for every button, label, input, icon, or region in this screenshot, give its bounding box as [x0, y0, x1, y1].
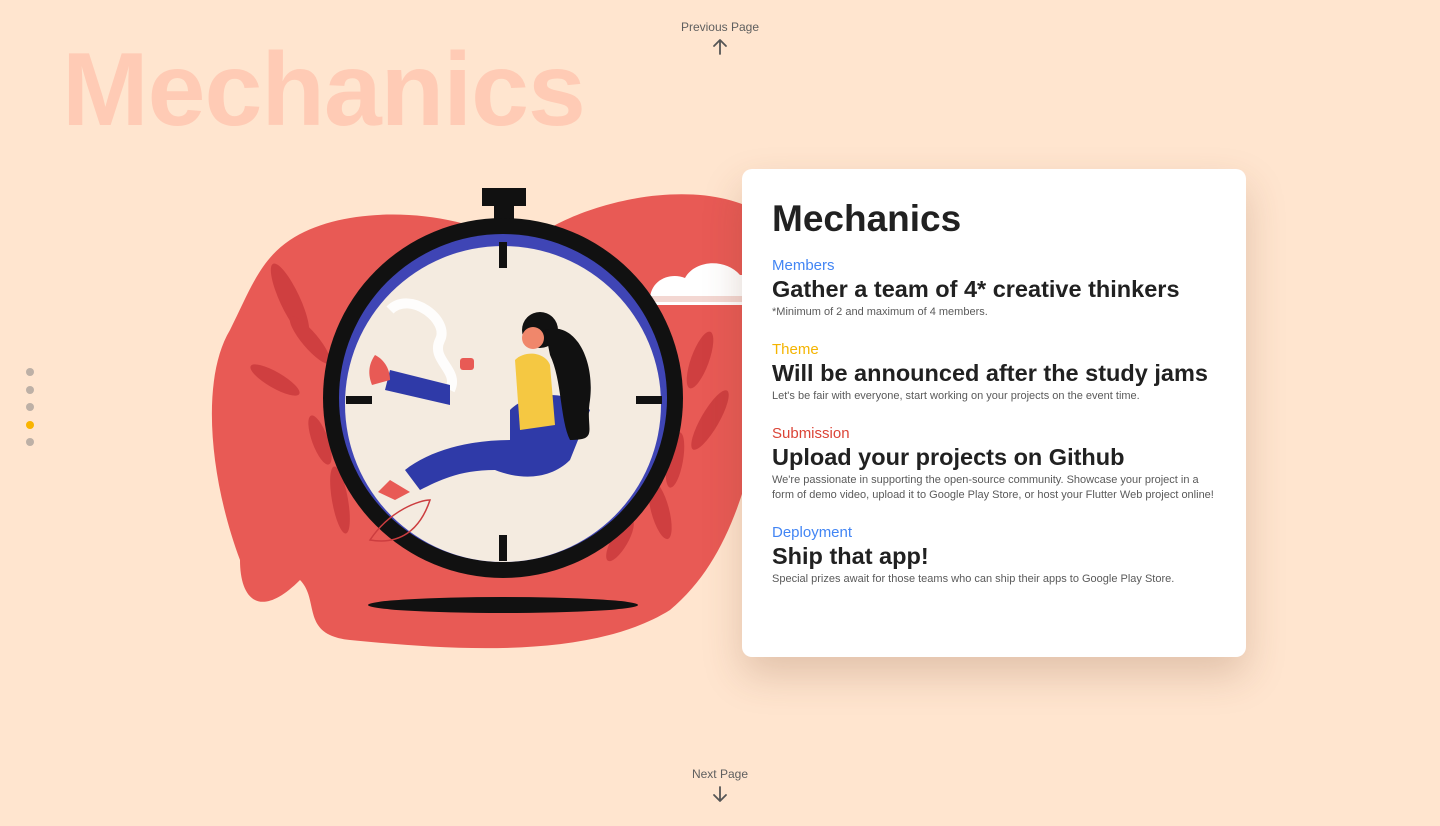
stopwatch-woman-illustration	[211, 188, 770, 649]
members-label: Members	[772, 257, 835, 275]
submission-description: We're passionate in supporting the open-…	[772, 473, 1214, 502]
arrow-up-icon	[713, 39, 727, 55]
page-dot-2[interactable]	[26, 385, 34, 394]
deployment-heading: Ship that app!	[772, 542, 929, 569]
page-dot-3[interactable]	[26, 403, 34, 411]
theme-label: Theme	[772, 341, 819, 359]
card-title: Mechanics	[772, 198, 962, 239]
page-dot-1[interactable]	[26, 368, 34, 376]
previous-page-link[interactable]: Previous Page	[0, 20, 1440, 56]
submission-label: Submission	[772, 424, 850, 442]
theme-description: Let's be fair with everyone, start worki…	[772, 390, 1140, 403]
next-page-link[interactable]: Next Page	[0, 767, 1440, 803]
section-deployment: Deployment Ship that app! Special prizes…	[772, 524, 1216, 588]
deployment-description: Special prizes await for those teams who…	[772, 572, 1175, 585]
deployment-label: Deployment	[772, 523, 853, 541]
page-dot-4-active[interactable]	[26, 420, 34, 429]
mechanics-card: Mechanics Members Gather a team of 4* cr…	[742, 169, 1246, 657]
section-members: Members Gather a team of 4* creative thi…	[772, 257, 1216, 321]
theme-heading: Will be announced after the study jams	[772, 360, 1208, 387]
previous-page-label: Previous Page	[680, 20, 760, 34]
next-page-label: Next Page	[691, 767, 749, 781]
submission-heading: Upload your projects on Github	[772, 443, 1125, 470]
page-dot-5[interactable]	[26, 438, 34, 446]
section-theme: Theme Will be announced after the study …	[772, 341, 1216, 405]
members-heading: Gather a team of 4* creative thinkers	[772, 276, 1180, 303]
section-submission: Submission Upload your projects on Githu…	[772, 425, 1216, 504]
arrow-down-icon	[713, 786, 727, 802]
members-description: *Minimum of 2 and maximum of 4 members.	[772, 306, 988, 319]
page-indicator	[26, 368, 34, 446]
